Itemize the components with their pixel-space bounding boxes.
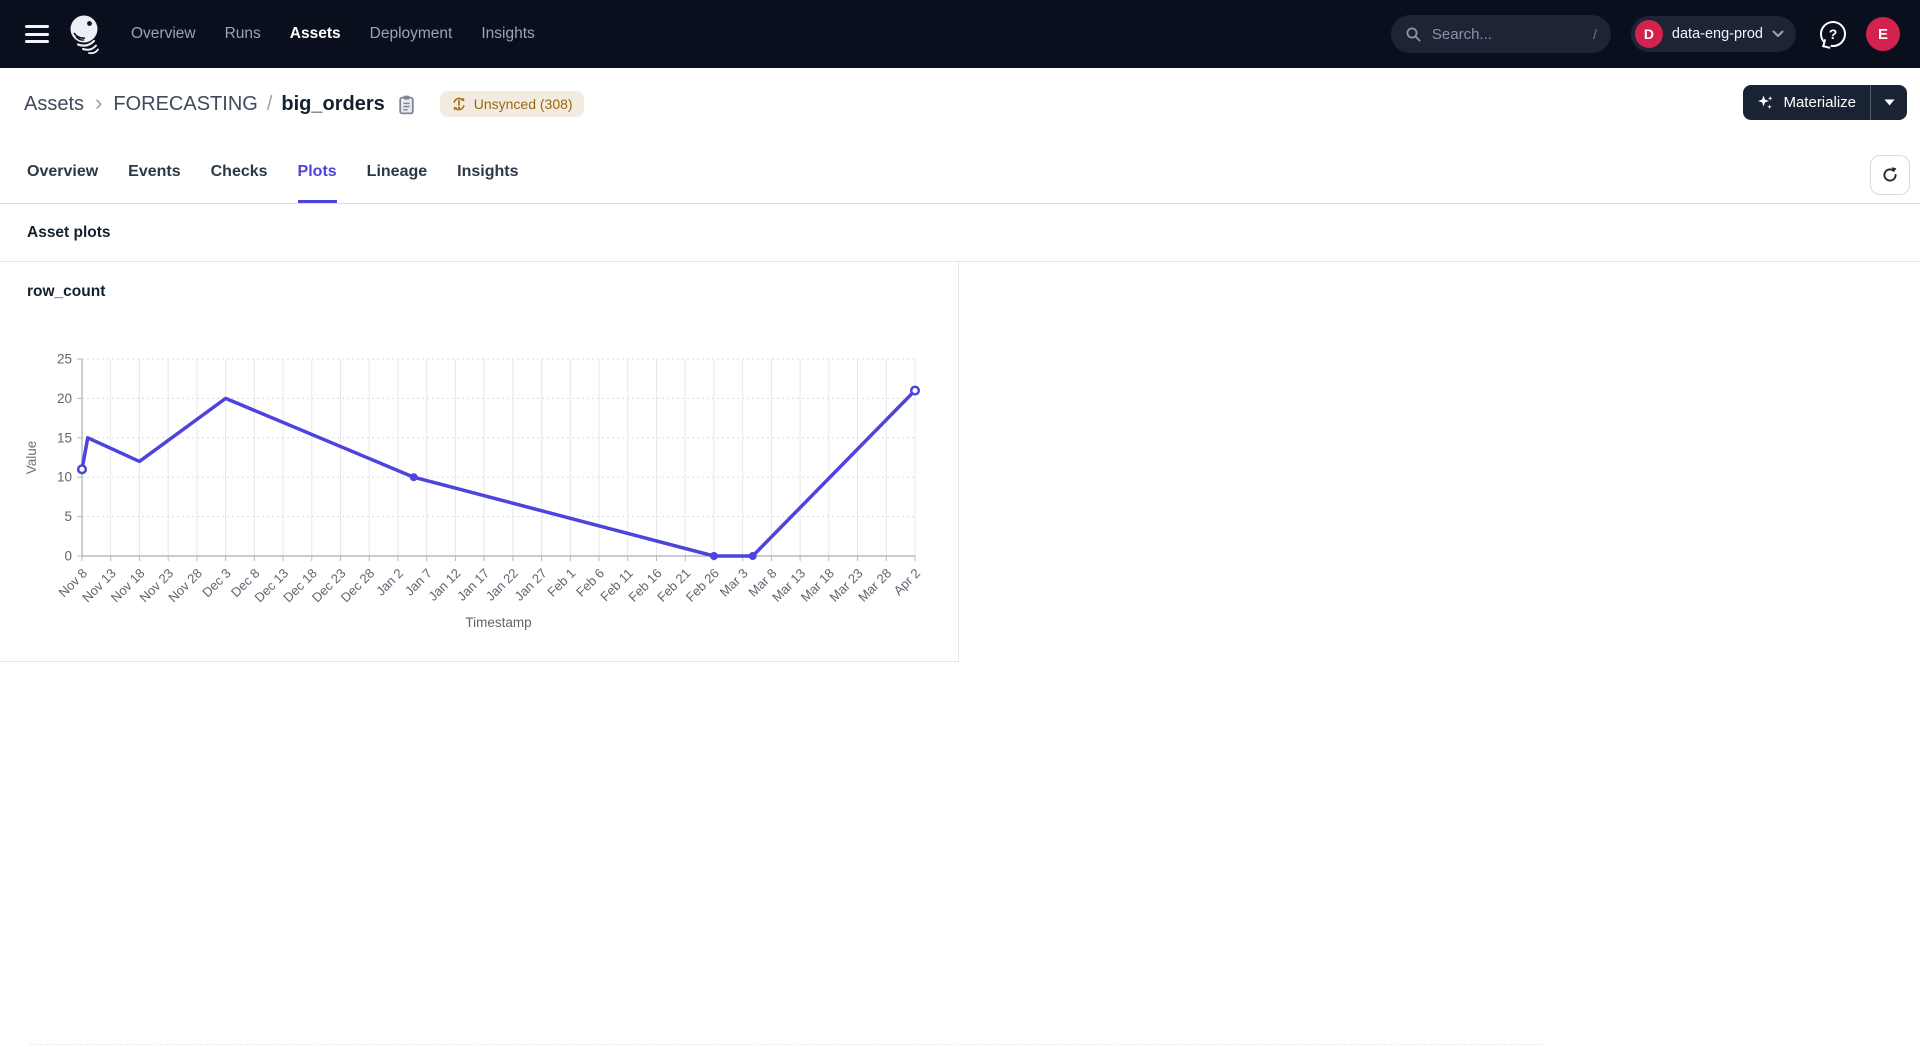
breadcrumb-group-link[interactable]: FORECASTING	[113, 93, 257, 116]
materialize-dropdown-button[interactable]	[1871, 85, 1907, 120]
search-placeholder: Search...	[1432, 26, 1492, 43]
primary-nav: Overview Runs Assets Deployment Insights	[131, 25, 535, 43]
svg-text:Mar 28: Mar 28	[855, 566, 894, 605]
row-count-line-chart: Nov 8Nov 13Nov 18Nov 23Nov 28Dec 3Dec 8D…	[20, 345, 940, 645]
tab-checks[interactable]: Checks	[211, 140, 268, 203]
nav-right-cluster: Search... / D data-eng-prod ? E	[1391, 15, 1900, 53]
deployment-badge: D	[1635, 20, 1663, 48]
deployment-name: data-eng-prod	[1672, 26, 1763, 42]
tab-insights[interactable]: Insights	[457, 140, 518, 203]
nav-item-runs[interactable]: Runs	[225, 25, 261, 43]
search-shortcut-hint: /	[1593, 26, 1597, 42]
search-input[interactable]: Search... /	[1391, 15, 1611, 53]
svg-text:15: 15	[57, 430, 72, 445]
svg-text:Dec 3: Dec 3	[199, 566, 234, 601]
deployment-switcher[interactable]: D data-eng-prod	[1631, 16, 1796, 52]
caret-down-icon	[1884, 99, 1895, 106]
svg-text:Value: Value	[24, 441, 39, 475]
nav-item-deployment[interactable]: Deployment	[370, 25, 453, 43]
nav-item-overview[interactable]: Overview	[131, 25, 196, 43]
breadcrumb-bar: Assets › FORECASTING / big_orders Unsync…	[0, 68, 1920, 140]
hamburger-menu-icon[interactable]	[25, 25, 49, 43]
asset-tab-bar: Overview Events Checks Plots Lineage Ins…	[0, 140, 1920, 204]
help-button[interactable]: ?	[1820, 21, 1846, 47]
svg-text:Jan 27: Jan 27	[511, 566, 549, 604]
plot-title: row_count	[27, 283, 105, 301]
tab-overview[interactable]: Overview	[27, 140, 98, 203]
nav-item-insights[interactable]: Insights	[481, 25, 534, 43]
svg-text:0: 0	[64, 549, 72, 564]
svg-text:Timestamp: Timestamp	[465, 615, 531, 630]
breadcrumb-separator: /	[267, 93, 273, 116]
chevron-down-icon	[1772, 30, 1784, 38]
section-heading: Asset plots	[27, 224, 111, 242]
search-icon	[1405, 26, 1422, 43]
svg-text:Feb 26: Feb 26	[683, 566, 722, 605]
svg-text:25: 25	[57, 352, 72, 367]
materialize-button[interactable]: Materialize	[1743, 85, 1870, 120]
unsynced-status-badge[interactable]: Unsynced (308)	[440, 91, 584, 117]
plots-section-header: Asset plots	[0, 204, 1920, 262]
refresh-icon	[1881, 166, 1899, 184]
svg-text:20: 20	[57, 391, 72, 406]
breadcrumb-assets-link[interactable]: Assets	[24, 93, 84, 116]
svg-text:10: 10	[57, 470, 72, 485]
user-avatar[interactable]: E	[1866, 17, 1900, 51]
svg-text:5: 5	[64, 509, 72, 524]
chevron-right-icon: ›	[95, 90, 102, 116]
dagster-logo[interactable]	[65, 12, 105, 56]
top-nav: Overview Runs Assets Deployment Insights…	[0, 0, 1920, 68]
materialize-label: Materialize	[1783, 94, 1856, 111]
bottom-hairline	[30, 1044, 1542, 1045]
unsynced-label: Unsynced (308)	[474, 96, 573, 112]
nav-item-assets[interactable]: Assets	[290, 25, 341, 43]
refresh-button[interactable]	[1870, 155, 1910, 195]
tab-events[interactable]: Events	[128, 140, 180, 203]
materialize-split-button: Materialize	[1743, 85, 1907, 120]
row-count-plot-card: row_count Nov 8Nov 13Nov 18Nov 23Nov 28D…	[0, 262, 959, 662]
asset-title: big_orders	[281, 93, 384, 116]
copy-asset-key-button[interactable]	[397, 94, 416, 115]
tab-plots[interactable]: Plots	[298, 140, 337, 203]
svg-text:Mar 3: Mar 3	[717, 566, 751, 600]
svg-text:Apr 2: Apr 2	[891, 566, 924, 599]
svg-text:Jan 2: Jan 2	[373, 566, 406, 599]
sync-alert-icon	[451, 96, 467, 112]
svg-text:Feb 1: Feb 1	[544, 566, 578, 600]
sparkles-icon	[1756, 93, 1775, 112]
tab-lineage[interactable]: Lineage	[367, 140, 427, 203]
question-mark-icon: ?	[1829, 26, 1838, 42]
